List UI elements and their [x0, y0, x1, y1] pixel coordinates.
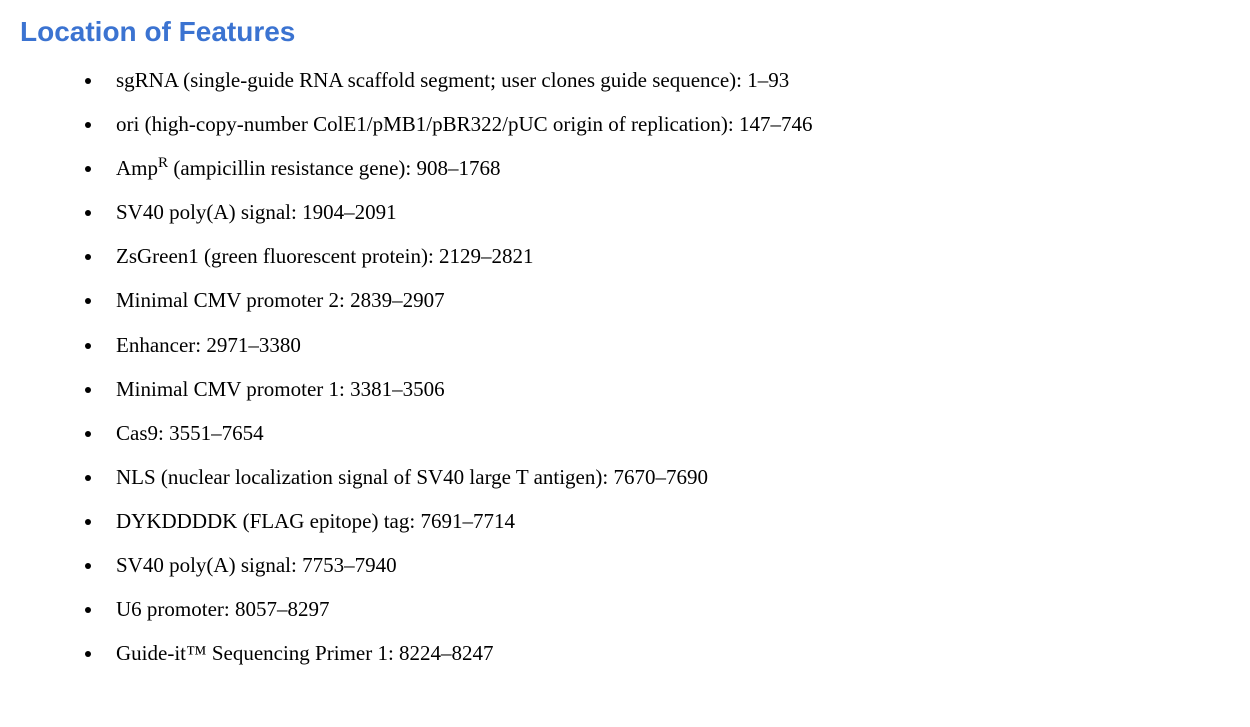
feature-item: Guide-it™ Sequencing Primer 1: 8224–8247	[104, 631, 1230, 675]
feature-range: 2129–2821	[439, 244, 534, 268]
feature-name: SV40 poly(A) signal	[116, 200, 291, 224]
feature-item: DYKDDDDK (FLAG epitope) tag: 7691–7714	[104, 499, 1230, 543]
feature-range: 8057–8297	[235, 597, 330, 621]
feature-item: ori (high-copy-number ColE1/pMB1/pBR322/…	[104, 102, 1230, 146]
separator: :	[409, 509, 420, 533]
feature-name: Minimal CMV promoter 1	[116, 377, 339, 401]
feature-item: U6 promoter: 8057–8297	[104, 587, 1230, 631]
separator: :	[388, 641, 399, 665]
feature-item: Enhancer: 2971–3380	[104, 323, 1230, 367]
feature-item: NLS (nuclear localization signal of SV40…	[104, 455, 1230, 499]
separator: :	[339, 377, 350, 401]
feature-item: AmpR (ampicillin resistance gene): 908–1…	[104, 146, 1230, 190]
separator: :	[602, 465, 613, 489]
feature-item: Minimal CMV promoter 1: 3381–3506	[104, 367, 1230, 411]
feature-name: ZsGreen1 (green fluorescent protein)	[116, 244, 428, 268]
feature-name: Cas9	[116, 421, 158, 445]
separator: :	[405, 156, 416, 180]
feature-item: sgRNA (single-guide RNA scaffold segment…	[104, 58, 1230, 102]
separator: :	[736, 68, 747, 92]
feature-range: 7691–7714	[420, 509, 515, 533]
feature-name: DYKDDDDK (FLAG epitope) tag	[116, 509, 409, 533]
separator: :	[224, 597, 235, 621]
separator: :	[158, 421, 169, 445]
separator: :	[728, 112, 739, 136]
feature-range: 7670–7690	[613, 465, 708, 489]
feature-range: 3551–7654	[169, 421, 264, 445]
feature-name: NLS (nuclear localization signal of SV40…	[116, 465, 602, 489]
feature-name: Minimal CMV promoter 2	[116, 288, 339, 312]
feature-name: AmpR (ampicillin resistance gene)	[116, 156, 405, 180]
feature-range: 147–746	[739, 112, 813, 136]
feature-range: 908–1768	[417, 156, 501, 180]
feature-item: Minimal CMV promoter 2: 2839–2907	[104, 278, 1230, 322]
feature-name: ori (high-copy-number ColE1/pMB1/pBR322/…	[116, 112, 728, 136]
feature-item: ZsGreen1 (green fluorescent protein): 21…	[104, 234, 1230, 278]
feature-item: Cas9: 3551–7654	[104, 411, 1230, 455]
feature-name: Enhancer	[116, 333, 195, 357]
separator: :	[339, 288, 350, 312]
feature-range: 3381–3506	[350, 377, 445, 401]
feature-range: 8224–8247	[399, 641, 494, 665]
feature-item: SV40 poly(A) signal: 1904–2091	[104, 190, 1230, 234]
feature-item: SV40 poly(A) signal: 7753–7940	[104, 543, 1230, 587]
feature-name: U6 promoter	[116, 597, 224, 621]
separator: :	[291, 553, 302, 577]
separator: :	[291, 200, 302, 224]
feature-name: Guide-it™ Sequencing Primer 1	[116, 641, 388, 665]
separator: :	[195, 333, 206, 357]
feature-range: 1–93	[747, 68, 789, 92]
separator: :	[428, 244, 439, 268]
feature-range: 2971–3380	[206, 333, 301, 357]
feature-range: 1904–2091	[302, 200, 397, 224]
feature-list: sgRNA (single-guide RNA scaffold segment…	[20, 58, 1230, 675]
feature-range: 7753–7940	[302, 553, 397, 577]
feature-name: sgRNA (single-guide RNA scaffold segment…	[116, 68, 736, 92]
feature-range: 2839–2907	[350, 288, 445, 312]
section-heading: Location of Features	[20, 16, 1230, 48]
feature-name: SV40 poly(A) signal	[116, 553, 291, 577]
